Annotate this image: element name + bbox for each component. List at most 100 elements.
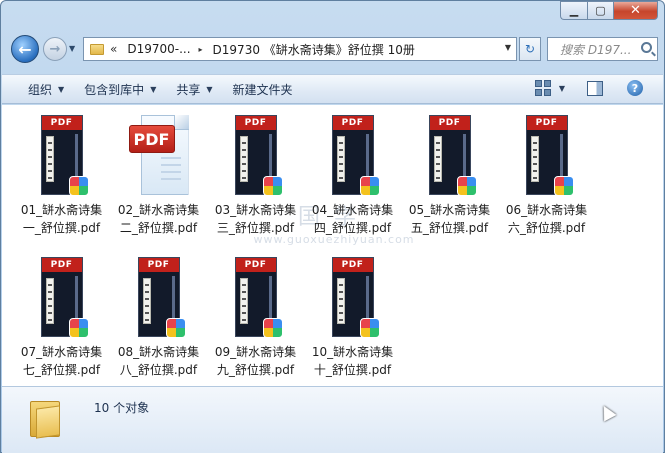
- preview-pane-icon[interactable]: [587, 80, 603, 96]
- file-name-line1: 04_缾水斋诗集: [311, 203, 394, 217]
- file-item[interactable]: PDF 06_缾水斋诗集 六_舒位撰.pdf: [499, 115, 594, 237]
- pdf-reader-badge-icon: [262, 176, 283, 196]
- folder-icon: [90, 43, 104, 55]
- pdf-reader-badge-icon: [68, 176, 89, 196]
- pdf-tag: PDF: [332, 116, 373, 130]
- file-name-line1: 10_缾水斋诗集: [311, 345, 394, 359]
- change-view-icon[interactable]: [534, 80, 551, 96]
- file-list: 国学 www.guoxuezhiyuan.com PDF 01_缾水斋诗集 一_…: [2, 105, 663, 386]
- pdf-book-icon: PDF: [331, 257, 380, 338]
- pdf-reader-badge-icon: [359, 318, 380, 338]
- pdf-book-icon: PDF: [428, 115, 477, 196]
- pdf-tag: PDF: [41, 258, 82, 272]
- recent-pages-button[interactable]: ▼: [69, 44, 75, 53]
- breadcrumb-overflow-button[interactable]: «: [110, 42, 117, 56]
- pdf-book-icon: PDF: [40, 115, 89, 196]
- help-icon[interactable]: ?: [627, 80, 643, 96]
- file-item[interactable]: PDF 07_缾水斋诗集 七_舒位撰.pdf: [14, 257, 109, 379]
- folder-icon: [30, 397, 74, 439]
- explorer-window: ▁ ▢ ✕ ← → ▼ « D19700-... ▸ D19730 《缾水斋诗集…: [0, 0, 665, 453]
- details-pane: 10 个对象: [2, 386, 663, 453]
- forward-arrow-icon: →: [49, 41, 61, 57]
- toolbar-item-label: 共享: [176, 82, 201, 97]
- file-name-line2: 六_舒位撰.pdf: [507, 221, 586, 235]
- pdf-tag: PDF: [526, 116, 567, 130]
- file-name-line1: 05_缾水斋诗集: [408, 203, 491, 217]
- file-item[interactable]: PDF 04_缾水斋诗集 四_舒位撰.pdf: [305, 115, 400, 237]
- search-placeholder: 搜索 D197...: [560, 42, 632, 57]
- pdf-reader-badge-icon: [165, 318, 186, 338]
- back-arrow-icon: ←: [18, 39, 32, 59]
- pdf-reader-badge-icon: [262, 318, 283, 338]
- pdf-book-icon: PDF: [525, 115, 574, 196]
- pdf-book-icon: PDF: [234, 257, 283, 338]
- file-name-line2: 八_舒位撰.pdf: [119, 363, 198, 377]
- file-item[interactable]: PDF 05_缾水斋诗集 五_舒位撰.pdf: [402, 115, 497, 237]
- file-name-line2: 七_舒位撰.pdf: [22, 363, 101, 377]
- file-item[interactable]: PDF 03_缾水斋诗集 三_舒位撰.pdf: [208, 115, 303, 237]
- file-item[interactable]: PDF 09_缾水斋诗集 九_舒位撰.pdf: [208, 257, 303, 379]
- pdf-tag: PDF: [41, 116, 82, 130]
- pdf-tag: PDF: [235, 258, 276, 272]
- pdf-tag: PDF: [429, 116, 470, 130]
- organize-menu[interactable]: 组织 ▼: [28, 81, 64, 98]
- search-input[interactable]: 搜索 D197...: [547, 37, 658, 61]
- pdf-tag: PDF: [235, 116, 276, 130]
- toolbar-item-label: 组织: [28, 82, 53, 97]
- address-bar[interactable]: « D19700-... ▸ D19730 《缾水斋诗集》舒位撰 10册 ▼: [83, 37, 517, 61]
- search-icon[interactable]: [641, 42, 652, 53]
- breadcrumb-item[interactable]: D19700-...: [127, 42, 190, 56]
- share-menu[interactable]: 共享 ▼: [176, 81, 212, 98]
- pdf-book-icon: PDF: [234, 115, 283, 196]
- pdf-reader-badge-icon: [456, 176, 477, 196]
- minimize-button[interactable]: ▁: [560, 1, 587, 20]
- pdf-reader-badge-icon: [359, 176, 380, 196]
- pdf-reader-badge-icon: [553, 176, 574, 196]
- caption-buttons: ▁ ▢ ✕: [560, 1, 658, 20]
- file-name-line2: 二_舒位撰.pdf: [119, 221, 198, 235]
- file-name-line1: 08_缾水斋诗集: [117, 345, 200, 359]
- pdf-book-icon: PDF: [331, 115, 380, 196]
- chevron-down-icon: ▼: [206, 84, 213, 94]
- toolbar-item-label: 新建文件夹: [232, 82, 293, 97]
- chevron-down-icon: ▼: [150, 84, 157, 94]
- navigation-bar: ← → ▼ « D19700-... ▸ D19730 《缾水斋诗集》舒位撰 1…: [9, 35, 658, 63]
- file-name-line1: 03_缾水斋诗集: [214, 203, 297, 217]
- maximize-button[interactable]: ▢: [587, 1, 613, 20]
- mouse-cursor-icon: [597, 402, 617, 422]
- command-toolbar: 组织 ▼ 包含到库中 ▼ 共享 ▼ 新建文件夹 ▼ ?: [2, 74, 663, 104]
- pdf-book-icon: PDF: [40, 257, 89, 338]
- forward-button[interactable]: →: [43, 37, 67, 61]
- file-item[interactable]: PDF 10_缾水斋诗集 十_舒位撰.pdf: [305, 257, 400, 379]
- view-options-dropdown-icon[interactable]: ▼: [559, 84, 565, 93]
- file-item[interactable]: PDF 02_缾水斋诗集 二_舒位撰.pdf: [111, 115, 206, 237]
- file-name-line1: 02_缾水斋诗集: [117, 203, 200, 217]
- back-button[interactable]: ←: [11, 35, 39, 63]
- file-item[interactable]: PDF 01_缾水斋诗集 一_舒位撰.pdf: [14, 115, 109, 237]
- file-name-line2: 四_舒位撰.pdf: [313, 221, 392, 235]
- file-item[interactable]: PDF 08_缾水斋诗集 八_舒位撰.pdf: [111, 257, 206, 379]
- file-name-line1: 06_缾水斋诗集: [505, 203, 588, 217]
- pdf-generic-icon: PDF: [128, 115, 189, 195]
- file-name-line2: 十_舒位撰.pdf: [313, 363, 392, 377]
- pdf-tag: PDF: [332, 258, 373, 272]
- toolbar-item-label: 包含到库中: [84, 82, 145, 97]
- item-count: 10 个对象: [94, 401, 150, 415]
- refresh-button[interactable]: ↻: [519, 37, 541, 61]
- include-in-library-menu[interactable]: 包含到库中 ▼: [84, 81, 156, 98]
- breadcrumb-item-current[interactable]: D19730 《缾水斋诗集》舒位撰 10册: [213, 41, 415, 58]
- pdf-tag: PDF: [138, 258, 179, 272]
- file-name-line1: 07_缾水斋诗集: [20, 345, 103, 359]
- address-dropdown-icon[interactable]: ▼: [505, 43, 511, 52]
- pdf-book-icon: PDF: [137, 257, 186, 338]
- breadcrumb-separator-icon[interactable]: ▸: [199, 45, 203, 54]
- toolbar-right: ▼ ?: [534, 80, 643, 96]
- file-name-line2: 三_舒位撰.pdf: [216, 221, 295, 235]
- chevron-down-icon: ▼: [58, 84, 65, 94]
- file-name-line2: 五_舒位撰.pdf: [410, 221, 489, 235]
- close-button[interactable]: ✕: [613, 1, 658, 20]
- file-name-line2: 一_舒位撰.pdf: [22, 221, 101, 235]
- refresh-icon: ↻: [524, 42, 536, 56]
- new-folder-button[interactable]: 新建文件夹: [233, 81, 293, 98]
- pdf-tag: PDF: [128, 125, 175, 153]
